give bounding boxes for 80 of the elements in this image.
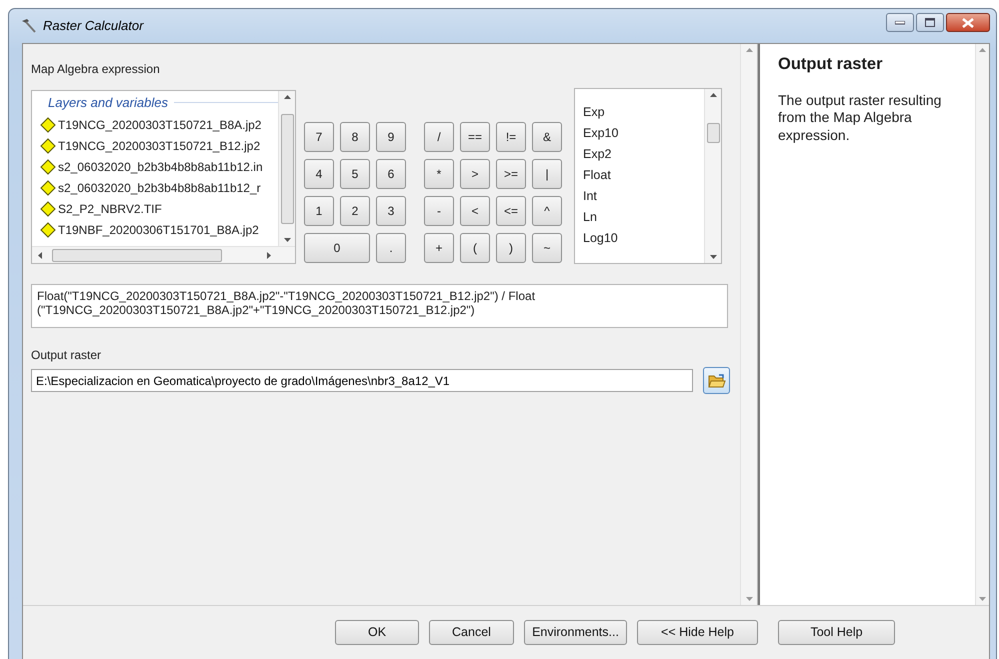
layer-item[interactable]: s2_06032020_b2b3b4b8b8ab11b12_r bbox=[58, 179, 261, 197]
operator-key[interactable]: < bbox=[460, 196, 490, 226]
calculator-key[interactable]: 1 bbox=[304, 196, 334, 226]
functions-list[interactable]: Exp Exp10 Exp2 Float Int Ln Log10 bbox=[574, 88, 722, 264]
diamond-icon bbox=[40, 117, 56, 133]
operator-key[interactable]: ^ bbox=[532, 196, 562, 226]
scrollbar-thumb[interactable] bbox=[706, 123, 720, 143]
operator-key[interactable]: + bbox=[424, 233, 454, 263]
function-item[interactable]: Int bbox=[575, 186, 704, 207]
layer-item[interactable]: s2_06032020_b2b3b4b8b8ab11b12.in bbox=[58, 158, 263, 176]
operator-key[interactable]: != bbox=[496, 122, 526, 152]
operator-key[interactable]: ( bbox=[460, 233, 490, 263]
layer-item[interactable]: T19NBF_20200306T151701_B8A.jp2 bbox=[58, 221, 259, 239]
operator-key[interactable]: | bbox=[532, 159, 562, 189]
operator-key[interactable]: <= bbox=[496, 196, 526, 226]
diamond-icon bbox=[40, 201, 56, 217]
field-label: Map Algebra expression bbox=[31, 61, 161, 78]
scrollbar[interactable] bbox=[32, 246, 295, 263]
layers-list[interactable]: Layers and variables T19NCG_20200303T150721_B8A.jp2 T19NCG_20200303T150721_B12.jp2 s2_06032020_b2b3b4b8b8ab11b12.in s2_06032020_b2b3b4b8b8ab11b12_r S2_P2_NBRV2.TIF T19NBF_20200306T151701_B8A.jp2 bbox=[31, 90, 296, 264]
list-header: Layers and variables bbox=[48, 94, 168, 112]
up-arrow-icon[interactable] bbox=[710, 93, 716, 97]
maximize-button[interactable] bbox=[916, 13, 944, 32]
operator-key[interactable]: ) bbox=[496, 233, 526, 263]
function-item[interactable]: Float bbox=[575, 165, 704, 186]
diamond-icon bbox=[40, 159, 56, 175]
function-item[interactable]: Exp2 bbox=[575, 144, 704, 165]
calculator-key[interactable]: . bbox=[376, 233, 406, 263]
calculator-key[interactable]: 7 bbox=[304, 122, 334, 152]
diamond-icon bbox=[40, 222, 56, 238]
scrollbar-thumb[interactable] bbox=[52, 248, 222, 262]
dialog-button[interactable]: OK bbox=[335, 620, 419, 645]
layer-item[interactable]: S2_P2_NBRV2.TIF bbox=[58, 200, 162, 218]
up-arrow-icon[interactable] bbox=[284, 95, 290, 99]
folder-icon[interactable] bbox=[703, 367, 730, 394]
left-arrow-icon[interactable] bbox=[38, 252, 42, 258]
maximize-icon bbox=[925, 18, 935, 27]
function-item[interactable]: Ln bbox=[575, 207, 704, 228]
calculator-key[interactable]: 2 bbox=[340, 196, 370, 226]
right-arrow-icon[interactable] bbox=[267, 252, 271, 258]
operator-key[interactable]: ~ bbox=[532, 233, 562, 263]
calculator-key[interactable]: 8 bbox=[340, 122, 370, 152]
dialog-button[interactable]: Environments... bbox=[524, 620, 627, 645]
expression-field[interactable]: Float("T19NCG_20200303T150721_B8A.jp2"-"T19NCG_20200303T150721_B12.jp2") / Float ("T19NCG_20200303T150721_B8A.jp2"+"T19NCG_20200303T150721_B12.jp2") bbox=[31, 284, 728, 328]
operator-key[interactable]: >= bbox=[496, 159, 526, 189]
operator-key[interactable]: / bbox=[424, 122, 454, 152]
help-text: The output raster resulting from the Map Algebra expression. bbox=[778, 92, 942, 144]
operator-key[interactable]: > bbox=[460, 159, 490, 189]
operator-key[interactable]: - bbox=[424, 196, 454, 226]
dialog-button[interactable]: Tool Help bbox=[778, 620, 895, 645]
diamond-icon bbox=[40, 180, 56, 196]
scrollbar[interactable] bbox=[704, 89, 721, 263]
close-icon bbox=[962, 18, 974, 28]
operator-key[interactable]: == bbox=[460, 122, 490, 152]
calculator-key[interactable]: 6 bbox=[376, 159, 406, 189]
scrollbar[interactable] bbox=[278, 91, 295, 246]
close-button[interactable] bbox=[946, 13, 990, 32]
calculator-key[interactable]: 0 bbox=[304, 233, 370, 263]
layer-item[interactable]: T19NCG_20200303T150721_B12.jp2 bbox=[58, 137, 260, 155]
calculator-key[interactable]: 4 bbox=[304, 159, 334, 189]
operator-key[interactable]: * bbox=[424, 159, 454, 189]
function-item[interactable]: Exp bbox=[575, 102, 704, 123]
field-label: Output raster bbox=[31, 347, 102, 364]
down-arrow-icon[interactable] bbox=[284, 238, 290, 242]
down-arrow-icon[interactable] bbox=[710, 255, 716, 259]
dialog-button[interactable]: Cancel bbox=[429, 620, 514, 645]
scrollbar-thumb[interactable] bbox=[280, 114, 294, 224]
calculator-key[interactable]: 5 bbox=[340, 159, 370, 189]
dialog-button[interactable]: << Hide Help bbox=[637, 620, 758, 645]
calculator-key[interactable]: 9 bbox=[376, 122, 406, 152]
calculator-key[interactable]: 3 bbox=[376, 196, 406, 226]
minimize-button[interactable] bbox=[886, 13, 914, 32]
function-item[interactable]: Exp10 bbox=[575, 123, 704, 144]
operator-key[interactable]: & bbox=[532, 122, 562, 152]
function-item[interactable]: Log10 bbox=[575, 228, 704, 249]
layer-item[interactable]: T19NCG_20200303T150721_B8A.jp2 bbox=[58, 116, 262, 134]
minimize-icon bbox=[895, 20, 905, 24]
window-title: Raster Calculator bbox=[43, 17, 144, 36]
help-title: Output raster bbox=[778, 54, 884, 75]
output-raster-field[interactable]: E:\Especializacion en Geomatica\proyecto de grado\Imágenes\nbr3_8a12_V1 bbox=[31, 369, 693, 392]
diamond-icon bbox=[40, 138, 56, 154]
